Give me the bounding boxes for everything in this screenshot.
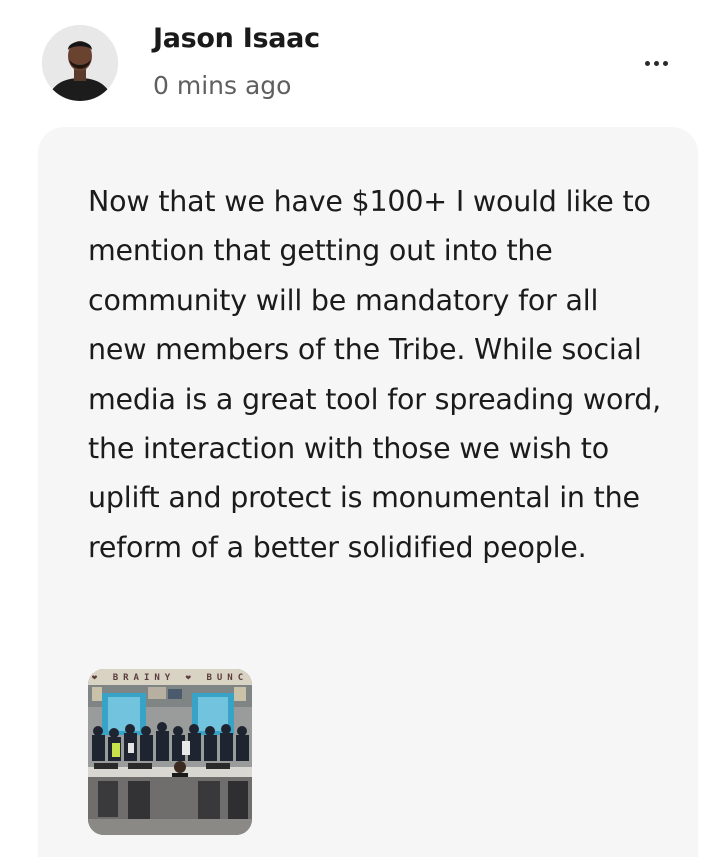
attachment-banner-text: ❤ BRAINY ❤ BUNC — [91, 673, 249, 683]
more-horizontal-icon — [644, 60, 650, 66]
attachment-image[interactable]: ❤ BRAINY ❤ BUNC — [88, 669, 252, 835]
post-text: Now that we have $100+ I would like to m… — [88, 185, 662, 564]
more-horizontal-icon-dot — [662, 60, 668, 66]
post-card: Jason Isaac 0 mins ago Now that we have … — [0, 0, 720, 857]
more-horizontal-icon-dot — [653, 60, 659, 66]
post-header: Jason Isaac 0 mins ago — [0, 0, 720, 120]
post-timestamp: 0 mins ago — [153, 71, 292, 100]
post-body: Now that we have $100+ I would like to m… — [38, 127, 698, 857]
avatar-image — [42, 25, 118, 101]
author-avatar[interactable] — [42, 25, 118, 101]
author-name[interactable]: Jason Isaac — [153, 23, 320, 54]
more-options-button[interactable] — [632, 48, 680, 78]
classroom-photo — [88, 669, 252, 835]
